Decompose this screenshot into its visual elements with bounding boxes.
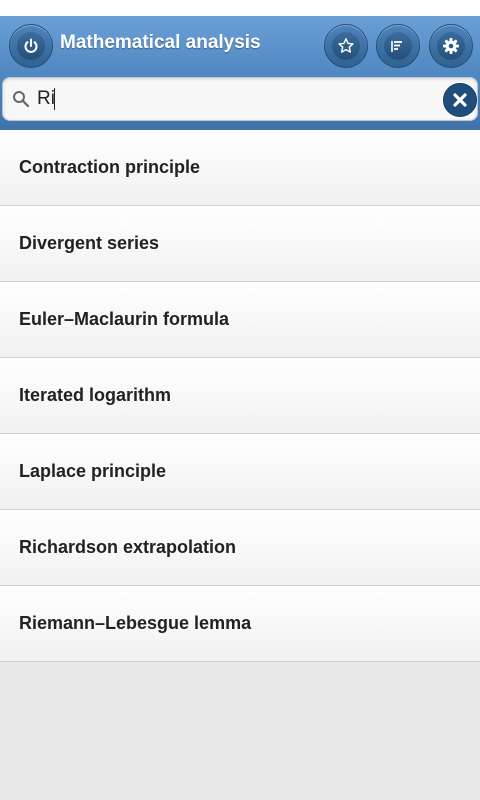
list-item[interactable]: Divergent series [0, 206, 480, 282]
list-item[interactable]: Euler–Maclaurin formula [0, 282, 480, 358]
list-icon [391, 41, 402, 52]
list-item-label: Contraction principle [19, 157, 201, 177]
list-item[interactable]: Laplace principle [0, 434, 480, 510]
list-item[interactable]: Contraction principle [0, 130, 480, 206]
search-input[interactable] [37, 86, 433, 112]
list-item-label: Laplace principle [19, 461, 167, 481]
list-item-label: Euler–Maclaurin formula [19, 309, 230, 329]
search-bar [2, 77, 478, 121]
favorites-button[interactable] [324, 24, 368, 68]
list-item-label: Divergent series [19, 233, 160, 253]
list-button[interactable] [376, 24, 420, 68]
list-item[interactable]: Riemann–Lebesgue lemma [0, 586, 480, 662]
page-title: Mathematical analysis [60, 32, 261, 53]
power-button[interactable] [9, 24, 53, 68]
text-caret [54, 88, 55, 110]
gear-icon [443, 38, 459, 54]
settings-button[interactable] [429, 24, 473, 68]
clear-search-button[interactable] [443, 83, 477, 117]
clear-icon [453, 93, 467, 107]
list-item-label: Riemann–Lebesgue lemma [19, 613, 252, 633]
list-item[interactable]: Richardson extrapolation [0, 510, 480, 586]
search-icon [13, 91, 30, 108]
list-item-label: Iterated logarithm [19, 385, 172, 405]
power-icon [24, 38, 38, 53]
list-item[interactable]: Iterated logarithm [0, 358, 480, 434]
star-icon [338, 38, 354, 53]
status-bar [0, 0, 480, 16]
app-header: Mathematical analysis [0, 16, 480, 132]
list-item-label: Richardson extrapolation [19, 537, 237, 557]
results-list: Contraction principle Divergent series E… [0, 130, 480, 662]
